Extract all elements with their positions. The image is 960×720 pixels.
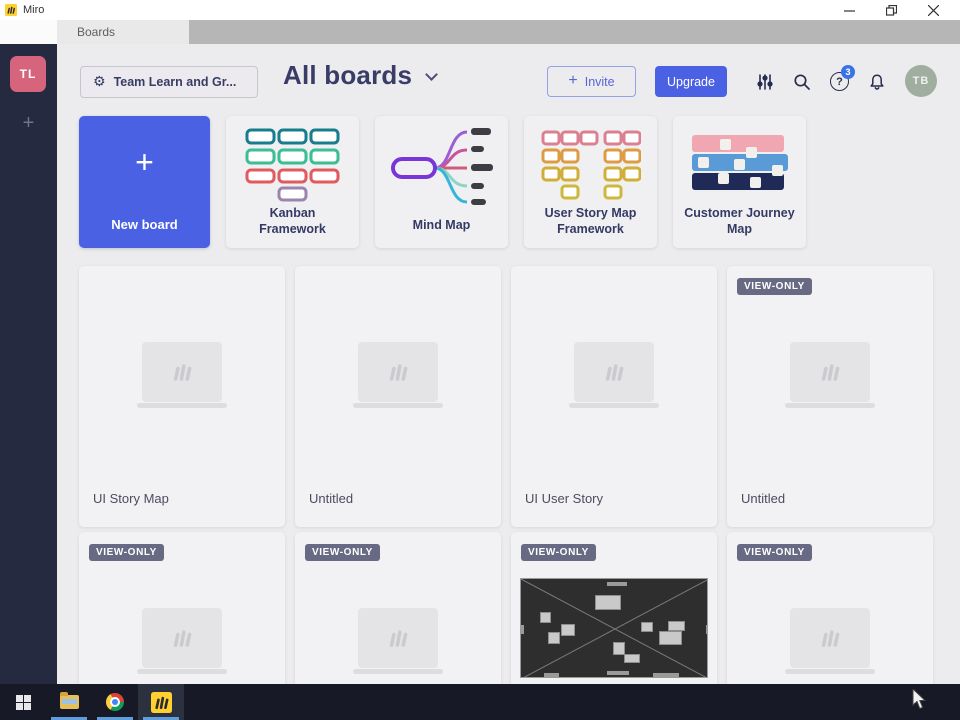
bell-icon[interactable]: [868, 73, 886, 91]
restore-button[interactable]: [870, 0, 912, 20]
board-card[interactable]: UI User Story: [511, 266, 717, 527]
invite-button[interactable]: + Invite: [547, 66, 636, 97]
board-thumbnail-preview: [520, 578, 708, 678]
template-row: + New board Kanban Framework Mind Map Us…: [79, 116, 806, 248]
board-placeholder-laptop-icon: [569, 342, 659, 408]
view-only-badge: VIEW-ONLY: [737, 544, 812, 561]
mouse-cursor: [912, 689, 927, 710]
team-avatar[interactable]: TL: [10, 56, 46, 92]
template-mind-map[interactable]: Mind Map: [375, 116, 508, 248]
team-sidebar: TL +: [0, 44, 57, 684]
board-card[interactable]: VIEW-ONLY: [727, 532, 933, 684]
board-card[interactable]: VIEW-ONLY Untitled: [727, 266, 933, 527]
minimize-button[interactable]: [828, 0, 870, 20]
view-only-badge: VIEW-ONLY: [89, 544, 164, 561]
board-placeholder-laptop-icon: [353, 342, 443, 408]
window-title: Miro: [23, 4, 45, 16]
mindmap-illustration-icon: [375, 116, 508, 208]
board-card[interactable]: VIEW-ONLY: [295, 532, 501, 684]
board-card[interactable]: Untitled: [295, 266, 501, 527]
gear-icon: ⚙: [93, 74, 106, 90]
notification-count-badge: 3: [841, 65, 855, 79]
board-title: Untitled: [309, 491, 354, 506]
search-icon[interactable]: [793, 73, 811, 91]
board-card[interactable]: VIEW-ONLY: [511, 532, 717, 684]
taskbar-file-explorer[interactable]: [46, 684, 92, 720]
plus-icon: +: [568, 72, 578, 89]
view-only-badge: VIEW-ONLY: [521, 544, 596, 561]
windows-start-icon: [15, 694, 31, 710]
view-only-badge: VIEW-ONLY: [737, 278, 812, 295]
title-bar: Miro: [0, 0, 960, 20]
taskbar-chrome[interactable]: [92, 684, 138, 720]
view-only-badge: VIEW-ONLY: [305, 544, 380, 561]
tab-boards[interactable]: Boards: [57, 20, 189, 44]
tab-bar: Boards: [0, 20, 960, 44]
template-kanban-framework[interactable]: Kanban Framework: [226, 116, 359, 248]
new-board-button[interactable]: + New board: [79, 116, 210, 248]
file-explorer-icon: [59, 692, 79, 709]
user-story-map-illustration-icon: [524, 116, 657, 204]
board-placeholder-laptop-icon: [353, 608, 443, 674]
board-placeholder-laptop-icon: [785, 608, 875, 674]
board-placeholder-laptop-icon: [137, 608, 227, 674]
chevron-down-icon: [425, 68, 439, 81]
board-title: Untitled: [741, 491, 786, 506]
dashboard-main: ⚙ Team Learn and Gr... All boards + Invi…: [57, 44, 960, 684]
customer-journey-illustration-icon: [673, 116, 806, 204]
template-user-story-map[interactable]: User Story Map Framework: [524, 116, 657, 248]
kanban-illustration-icon: [226, 116, 359, 204]
close-button[interactable]: [912, 0, 954, 20]
chrome-icon: [106, 693, 124, 711]
windows-taskbar: [0, 684, 960, 720]
plus-icon: +: [135, 144, 154, 180]
add-team-button[interactable]: +: [0, 108, 57, 138]
template-customer-journey-map[interactable]: Customer Journey Map: [673, 116, 806, 248]
board-title: UI User Story: [525, 491, 604, 506]
miro-logo-icon: [5, 4, 17, 16]
help-button[interactable]: ? 3: [830, 65, 855, 92]
tab-bar-spacer: [0, 20, 57, 44]
miro-icon: [150, 691, 172, 713]
upgrade-button[interactable]: Upgrade: [655, 66, 727, 97]
page-title: All boards: [283, 60, 413, 90]
board-title: UI Story Map: [93, 491, 169, 506]
start-button[interactable]: [0, 684, 46, 720]
board-placeholder-laptop-icon: [785, 342, 875, 408]
team-switcher-button[interactable]: ⚙ Team Learn and Gr...: [80, 66, 258, 98]
filter-sliders-icon[interactable]: [756, 73, 774, 91]
user-avatar[interactable]: TB: [905, 65, 937, 97]
page-title-dropdown[interactable]: All boards: [283, 60, 439, 91]
board-card[interactable]: UI Story Map: [79, 266, 285, 527]
board-placeholder-laptop-icon: [137, 342, 227, 408]
board-card[interactable]: VIEW-ONLY: [79, 532, 285, 684]
taskbar-miro[interactable]: [138, 684, 184, 720]
